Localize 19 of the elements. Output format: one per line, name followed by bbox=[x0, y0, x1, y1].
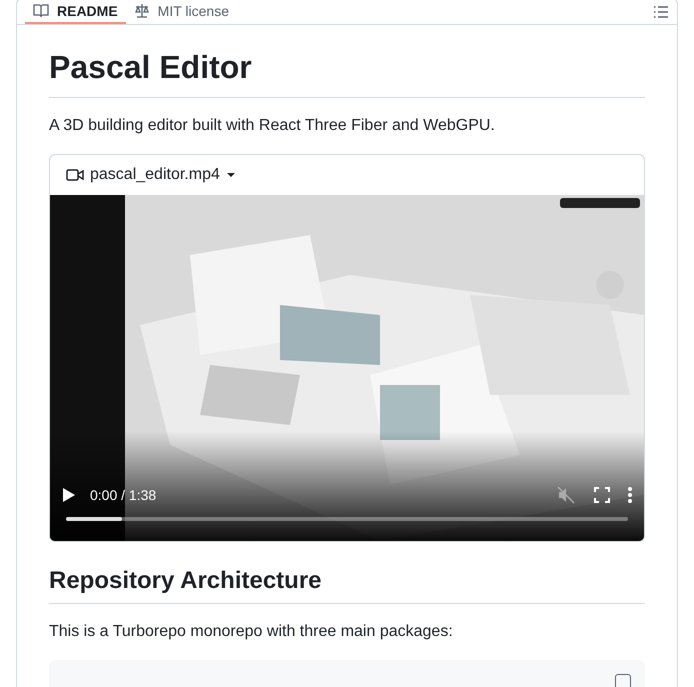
caret-icon bbox=[226, 172, 236, 178]
copy-button[interactable] bbox=[615, 674, 631, 687]
progress-track[interactable] bbox=[66, 517, 628, 521]
video-time: 0:00 / 1:38 bbox=[90, 487, 156, 503]
fullscreen-icon bbox=[594, 487, 610, 503]
page-title: Pascal Editor bbox=[49, 47, 645, 98]
scale-icon bbox=[134, 2, 150, 18]
book-icon bbox=[33, 2, 49, 18]
section-text: This is a Turborepo monorepo with three main packages: bbox=[49, 622, 454, 642]
tab[interactable]: README bbox=[25, 0, 126, 24]
play-icon bbox=[62, 487, 76, 503]
video-camera-icon bbox=[66, 168, 84, 182]
muted-speaker-icon bbox=[556, 485, 576, 505]
more-icon bbox=[628, 487, 632, 503]
list-icon[interactable] bbox=[653, 4, 669, 20]
file-dropdown[interactable]: pascal_editor.mp4 bbox=[66, 166, 236, 184]
intro-text: A 3D building editor built with React Three Fiber and WebGPU. bbox=[49, 116, 496, 136]
tab[interactable]: MIT license bbox=[126, 0, 237, 24]
section-heading: Repository Architecture bbox=[49, 566, 645, 604]
